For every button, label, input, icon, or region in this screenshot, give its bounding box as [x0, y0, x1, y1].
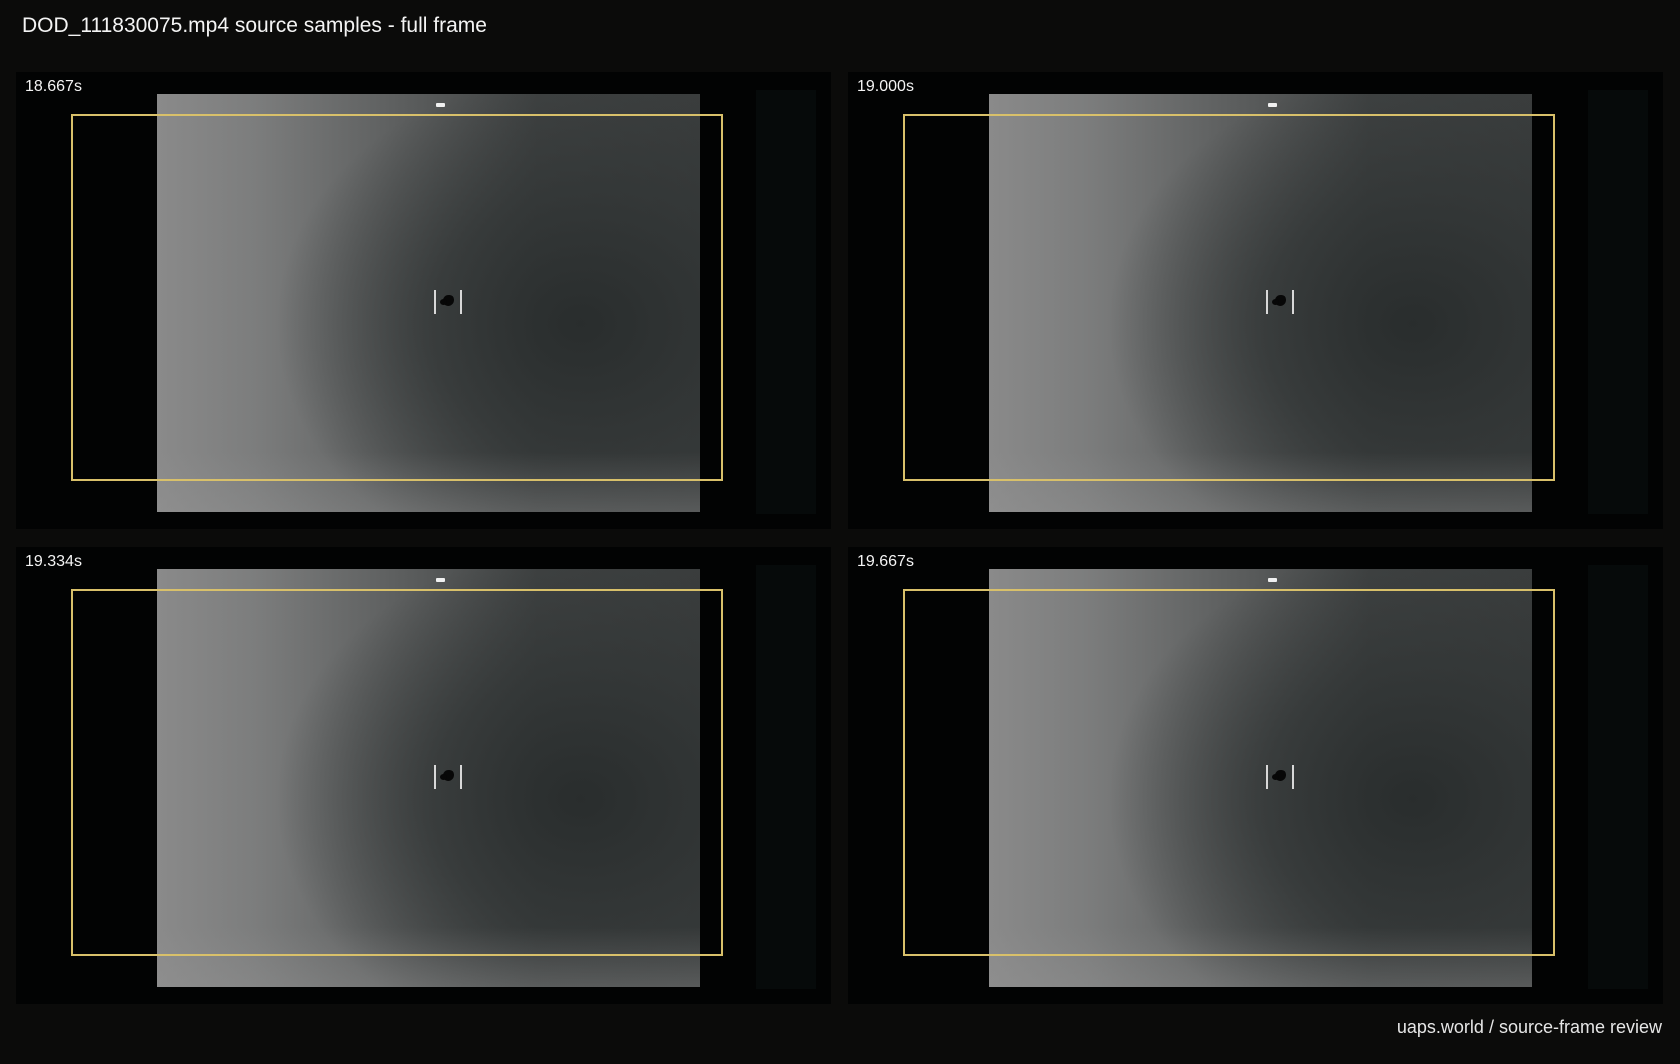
crop-box: [903, 589, 1555, 956]
frame-panel-2: 19.000s: [848, 72, 1663, 529]
dim-strip: [1588, 90, 1648, 514]
dim-strip: [756, 90, 816, 514]
top-marker-icon: [436, 578, 445, 582]
crop-box: [903, 114, 1555, 481]
frame-panel-1: 18.667s: [16, 72, 831, 529]
top-marker-icon: [1268, 103, 1277, 107]
timestamp-label: 19.000s: [857, 78, 914, 95]
timestamp-label: 19.334s: [25, 553, 82, 570]
dim-strip: [1588, 565, 1648, 989]
top-marker-icon: [436, 103, 445, 107]
footer-credit: uaps.world / source-frame review: [1396, 1017, 1662, 1037]
crop-box: [71, 114, 723, 481]
frame-panel-4: 19.667s: [848, 547, 1663, 1004]
frame-panel-3: 19.334s: [16, 547, 831, 1004]
timestamp-label: 19.667s: [857, 553, 914, 570]
dim-strip: [756, 565, 816, 989]
page-title: DOD_111830075.mp4 source samples - full …: [22, 14, 487, 37]
timestamp-label: 18.667s: [25, 78, 82, 95]
crop-box: [71, 589, 723, 956]
top-marker-icon: [1268, 578, 1277, 582]
